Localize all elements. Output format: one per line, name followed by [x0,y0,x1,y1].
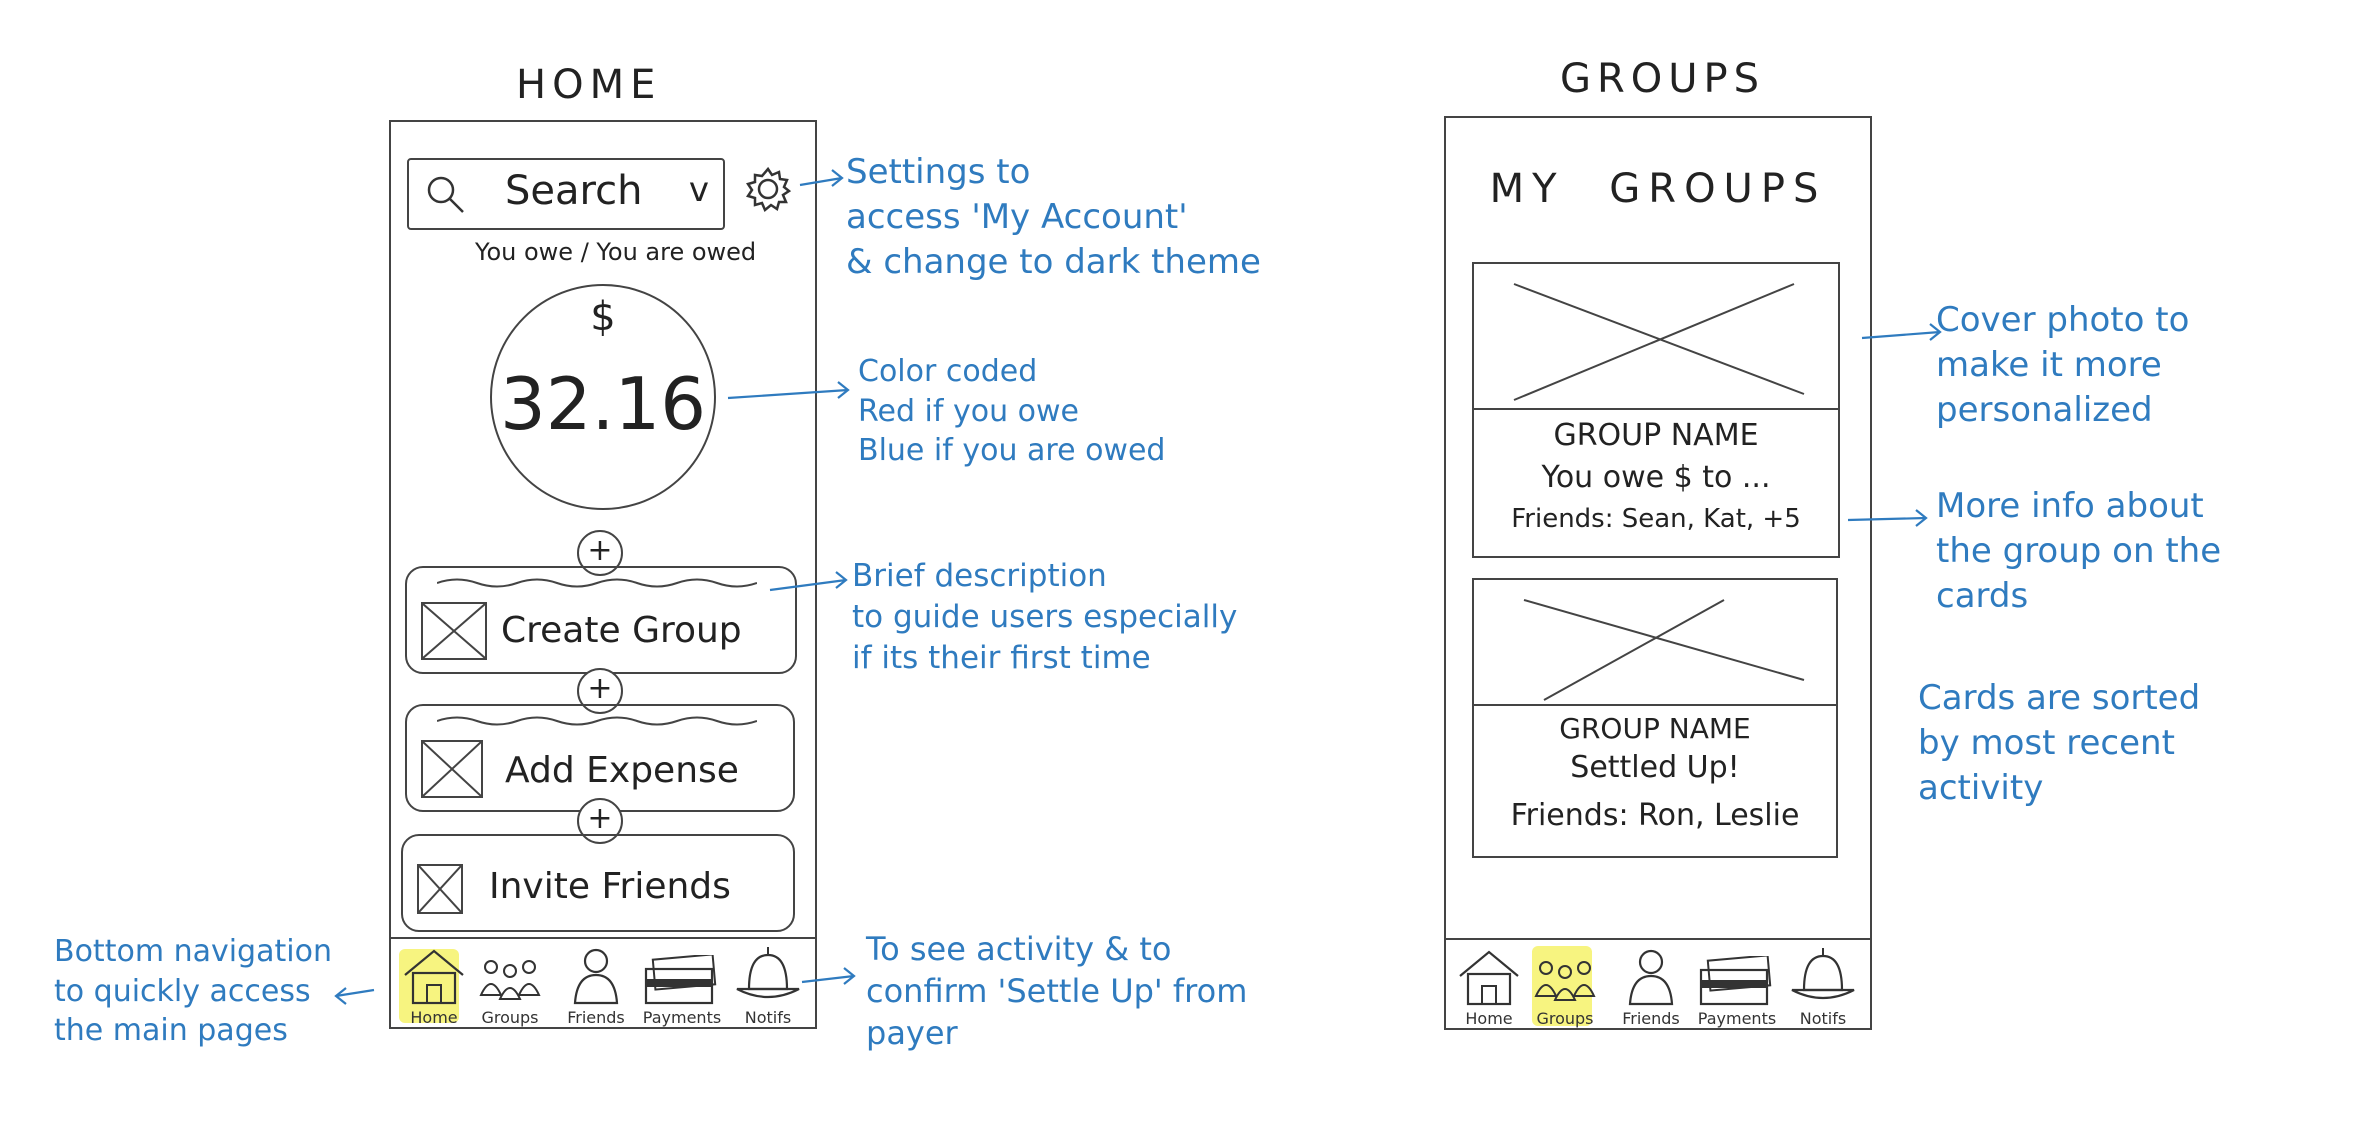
image-placeholder-icon [421,602,487,660]
squiggle-description [437,716,757,726]
annotation-cover-photo: Cover photo to make it more personalized [1936,300,2190,430]
friend-icon [573,948,619,1005]
nav-label: Payments [1697,1009,1777,1028]
balance-circle: $ 32.16 [490,284,716,510]
home-screen-title: HOME [516,62,662,108]
group-card[interactable]: GROUP NAME You owe $ to ... Friends: Sea… [1472,262,1840,558]
group-status: You owe $ to ... [1541,460,1771,495]
home-phone-frame: Search v You owe / You are owed $ 32.16 … [389,120,817,1029]
nav-friends[interactable]: Friends [1608,940,1694,1028]
bottom-navigation: Home Groups Friends Payments Notifs [1446,938,1870,1028]
groups-icon [1534,961,1596,1001]
group-name: GROUP NAME [1553,418,1759,453]
search-bar[interactable]: Search v [407,158,725,230]
nav-label: Friends [1622,1009,1680,1028]
group-friends: Friends: Sean, Kat, +5 [1511,504,1801,534]
nav-label: Groups [481,1008,539,1027]
wallet-icon [1699,956,1772,1006]
nav-notifs[interactable]: Notifs [1780,940,1866,1028]
annotation-color-coded: Color coded Red if you owe Blue if you a… [858,354,1166,469]
nav-label: Friends [567,1008,625,1027]
annotation-brief-description: Brief description to guide users especia… [852,558,1238,676]
nav-label: Home [1465,1009,1513,1028]
action-label: Invite Friends [489,866,731,907]
nav-groups[interactable]: Groups [467,939,553,1027]
cover-photo-placeholder [1474,580,1836,706]
bell-icon [1791,948,1855,1000]
search-input[interactable]: Search [505,168,642,214]
action-label: Create Group [501,610,742,651]
squiggle-description [437,578,757,588]
annotation-settings: Settings to access 'My Account' & change… [846,152,1261,282]
search-icon [423,172,467,220]
annotation-more-info: More info about the group on the cards [1936,486,2222,616]
nav-payments[interactable]: Payments [1694,940,1780,1028]
annotation-notifs: To see activity & to confirm 'Settle Up'… [866,930,1248,1053]
currency-symbol: $ [590,294,616,340]
gear-icon[interactable] [743,164,793,218]
owe-toggle[interactable]: You owe / You are owed [475,238,756,266]
annotation-bottom-navigation: Bottom navigation to quickly access the … [54,934,332,1049]
groups-icon [479,960,541,1000]
annotation-sorted: Cards are sorted by most recent activity [1918,678,2201,808]
nav-home[interactable]: Home [391,939,477,1027]
friend-icon [1628,949,1674,1006]
wallet-icon [644,955,717,1005]
add-expense-button[interactable]: Add Expense [405,704,795,812]
home-icon [404,949,464,1005]
chevron-down-icon[interactable]: v [689,170,709,210]
nav-label: Notifs [1799,1009,1847,1028]
nav-home[interactable]: Home [1446,940,1532,1028]
invite-friends-button[interactable]: Invite Friends [401,834,795,932]
group-friends: Friends: Ron, Leslie [1510,798,1800,833]
home-icon [1459,950,1519,1006]
image-placeholder-icon [421,740,483,798]
action-label: Add Expense [505,750,739,791]
group-card[interactable]: GROUP NAME Settled Up! Friends: Ron, Les… [1472,578,1838,858]
nav-label: Home [410,1008,458,1027]
page-title: MY GROUPS [1489,166,1827,212]
group-name: GROUP NAME [1559,712,1751,745]
groups-screen-title: GROUPS [1560,56,1766,102]
cover-photo-placeholder [1474,264,1838,410]
nav-label: Groups [1536,1009,1594,1028]
group-status: Settled Up! [1570,750,1740,785]
balance-amount: 32.16 [499,362,707,446]
nav-payments[interactable]: Payments [639,939,725,1027]
bell-icon [736,947,800,999]
image-placeholder-icon [417,864,463,914]
nav-notifs[interactable]: Notifs [725,939,811,1027]
create-group-button[interactable]: Create Group [405,566,797,674]
nav-label: Payments [642,1008,722,1027]
nav-label: Notifs [744,1008,792,1027]
nav-friends[interactable]: Friends [553,939,639,1027]
bottom-navigation: Home Groups Friends Payments Notifs [391,937,815,1027]
groups-phone-frame: MY GROUPS GROUP NAME You owe $ to ... Fr… [1444,116,1872,1030]
nav-groups[interactable]: Groups [1522,940,1608,1028]
